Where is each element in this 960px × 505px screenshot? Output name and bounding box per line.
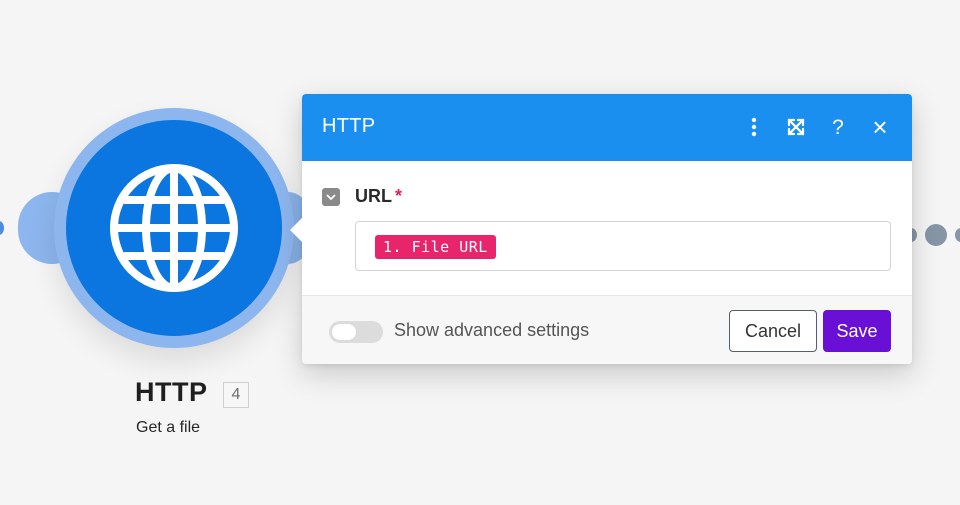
node-id-badge: 4	[223, 382, 249, 408]
save-button[interactable]: Save	[823, 310, 891, 352]
more-options-button[interactable]	[740, 112, 768, 142]
help-icon: ?	[832, 115, 844, 139]
field-collapse-toggle[interactable]	[322, 188, 340, 206]
help-button[interactable]: ?	[824, 112, 852, 142]
dialog-header: HTTP ? ×	[302, 94, 912, 161]
http-module-core[interactable]	[66, 120, 282, 336]
dialog-footer: Show advanced settings Cancel Save	[302, 296, 912, 364]
toggle-knob	[332, 324, 356, 340]
expand-button[interactable]	[782, 112, 810, 142]
close-button[interactable]: ×	[866, 112, 894, 142]
advanced-settings-toggle[interactable]	[329, 321, 383, 343]
node-title: HTTP	[135, 377, 208, 407]
scenario-canvas: HTTP 4 Get a file HTTP ? × URL * 1. File…	[0, 0, 960, 505]
mapped-value-pill[interactable]: 1. File URL	[375, 235, 496, 259]
route-dot-left	[0, 221, 4, 235]
route-dot	[955, 228, 960, 242]
route-dot	[925, 224, 947, 246]
node-subtitle: Get a file	[136, 419, 201, 436]
required-mark: *	[395, 186, 403, 206]
globe-icon	[110, 164, 238, 292]
cancel-button[interactable]: Cancel	[729, 310, 817, 352]
more-vertical-icon	[751, 117, 757, 137]
chevron-down-icon	[326, 193, 336, 200]
url-field-label: URL *	[355, 186, 402, 207]
dialog-title: HTTP	[322, 115, 376, 137]
expand-icon	[787, 118, 805, 136]
dialog-pointer	[290, 218, 302, 242]
close-icon: ×	[872, 112, 888, 142]
dialog-header-actions: ? ×	[740, 112, 894, 142]
advanced-settings-label: Show advanced settings	[394, 320, 590, 340]
url-input[interactable]: 1. File URL	[355, 221, 891, 271]
url-label-text: URL	[355, 186, 392, 206]
module-settings-dialog: HTTP ? × URL * 1. File URL Show advanced…	[290, 94, 912, 364]
